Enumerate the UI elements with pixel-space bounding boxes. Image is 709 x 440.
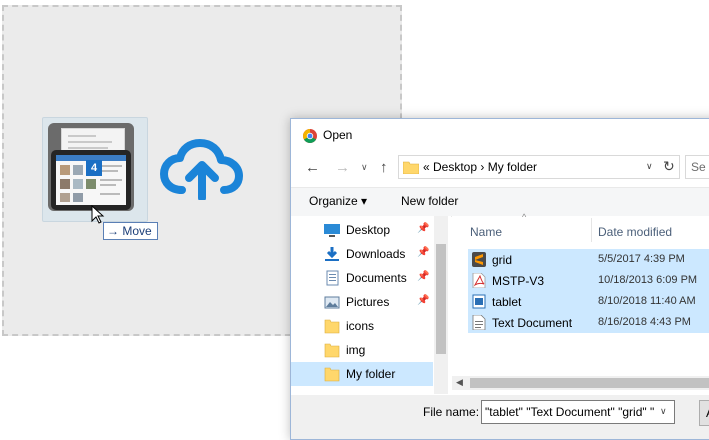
pictures-icon: [324, 296, 340, 309]
nav-item-my-folder[interactable]: My folder: [291, 362, 433, 386]
file-name: grid: [492, 253, 513, 267]
folder-icon: [324, 319, 340, 334]
text-file-icon: [472, 315, 486, 330]
column-header-name[interactable]: Name: [470, 225, 502, 239]
tablet-thumbnail: [51, 150, 131, 210]
search-input[interactable]: Se: [685, 155, 709, 179]
desktop-icon: [324, 224, 340, 237]
nav-item-pictures[interactable]: Pictures 📌: [291, 290, 433, 314]
file-row[interactable]: Text Document 8/16/2018 4:43 PM: [468, 312, 709, 333]
image-file-icon: [472, 294, 486, 309]
address-bar[interactable]: « Desktop › My folder ∨ ↻: [398, 155, 680, 179]
nav-item-img[interactable]: img: [291, 338, 433, 362]
up-button[interactable]: ↑: [380, 159, 388, 176]
file-type-select[interactable]: A: [699, 400, 709, 426]
drag-count-badge: 4: [86, 160, 102, 176]
pdf-file-icon: [472, 273, 486, 288]
downloads-icon: [325, 247, 339, 261]
cloud-upload-icon: [160, 139, 243, 200]
chrome-icon: [303, 129, 317, 143]
nav-item-label: img: [346, 343, 366, 357]
sublime-file-icon: [472, 252, 486, 267]
nav-item-label: icons: [346, 319, 375, 333]
organize-button[interactable]: Organize ▾: [309, 194, 367, 208]
file-list-horizontal-scrollbar[interactable]: ◀: [452, 376, 709, 390]
file-date: 5/5/2017 4:39 PM: [598, 253, 685, 265]
pin-icon: 📌: [417, 295, 430, 306]
move-tooltip: → Move: [103, 222, 158, 240]
nav-item-desktop[interactable]: Desktop 📌: [291, 218, 433, 242]
file-name-input[interactable]: "tablet" "Text Document" "grid" "MSTP-V3…: [481, 400, 675, 424]
recent-locations-button[interactable]: ∨: [361, 162, 368, 173]
file-row[interactable]: MSTP-V3 10/18/2013 6:09 PM: [468, 270, 709, 291]
file-list: ^ Name Date modified grid 5/5/2017 4:39 …: [452, 212, 709, 416]
file-name-label: File name:: [423, 405, 480, 419]
sort-arrow-icon: ^: [522, 212, 527, 222]
pin-icon: 📌: [417, 223, 430, 234]
nav-item-label: Downloads: [346, 247, 406, 261]
column-divider[interactable]: [591, 218, 592, 242]
nav-item-documents[interactable]: Documents 📌: [291, 266, 433, 290]
file-date: 8/16/2018 4:43 PM: [598, 316, 691, 328]
scroll-left-arrow-icon[interactable]: ◀: [456, 377, 463, 388]
back-button[interactable]: ←: [305, 159, 320, 176]
refresh-button[interactable]: ↻: [663, 158, 675, 175]
file-name-value[interactable]: "tablet" "Text Document" "grid" "MSTP-V3…: [485, 405, 655, 419]
pin-icon: 📌: [417, 271, 430, 282]
folder-icon: [324, 367, 340, 382]
search-placeholder: Se: [691, 160, 706, 174]
open-file-dialog: Open ← → ∨ ↑ « Desktop › My folder ∨ ↻ S…: [290, 118, 709, 440]
file-name: Text Document: [492, 316, 573, 330]
file-row[interactable]: grid 5/5/2017 4:39 PM: [468, 249, 709, 270]
move-label: Move: [122, 224, 152, 238]
pin-icon: 📌: [417, 247, 430, 258]
forward-button[interactable]: →: [335, 159, 350, 176]
folder-icon: [403, 161, 419, 174]
nav-pane-scrollbar[interactable]: [434, 216, 448, 394]
file-date: 8/10/2018 11:40 AM: [598, 295, 696, 307]
file-date: 10/18/2013 6:09 PM: [598, 274, 698, 286]
dialog-bottom-bar: File name: "tablet" "Text Document" "gri…: [291, 395, 709, 439]
nav-item-label: Documents: [346, 271, 407, 285]
nav-item-downloads[interactable]: Downloads 📌: [291, 242, 433, 266]
file-name: tablet: [492, 295, 522, 309]
nav-item-icons[interactable]: icons: [291, 314, 433, 338]
horizontal-scroll-thumb[interactable]: [470, 378, 709, 388]
documents-icon: [326, 270, 339, 286]
column-header-date-modified[interactable]: Date modified: [598, 225, 672, 239]
folder-icon: [324, 343, 340, 358]
address-dropdown-button[interactable]: ∨: [646, 161, 653, 172]
dialog-toolbar: Organize ▾ New folder: [291, 187, 709, 217]
dialog-title: Open: [323, 128, 353, 142]
file-row[interactable]: tablet 8/10/2018 11:40 AM: [468, 291, 709, 312]
navigation-pane: Desktop 📌 Downloads 📌 Documents 📌 Pictur…: [291, 216, 451, 394]
nav-item-label: Pictures: [346, 295, 390, 309]
move-arrow-icon: →: [107, 224, 119, 238]
nav-item-label: My folder: [346, 367, 396, 381]
file-name: MSTP-V3: [492, 274, 545, 288]
file-name-dropdown-button[interactable]: ∨: [660, 406, 667, 417]
nav-item-label: Desktop: [346, 223, 391, 237]
new-folder-button[interactable]: New folder: [401, 194, 458, 208]
nav-pane-scroll-thumb[interactable]: [436, 244, 446, 354]
address-path[interactable]: « Desktop › My folder: [423, 160, 537, 174]
